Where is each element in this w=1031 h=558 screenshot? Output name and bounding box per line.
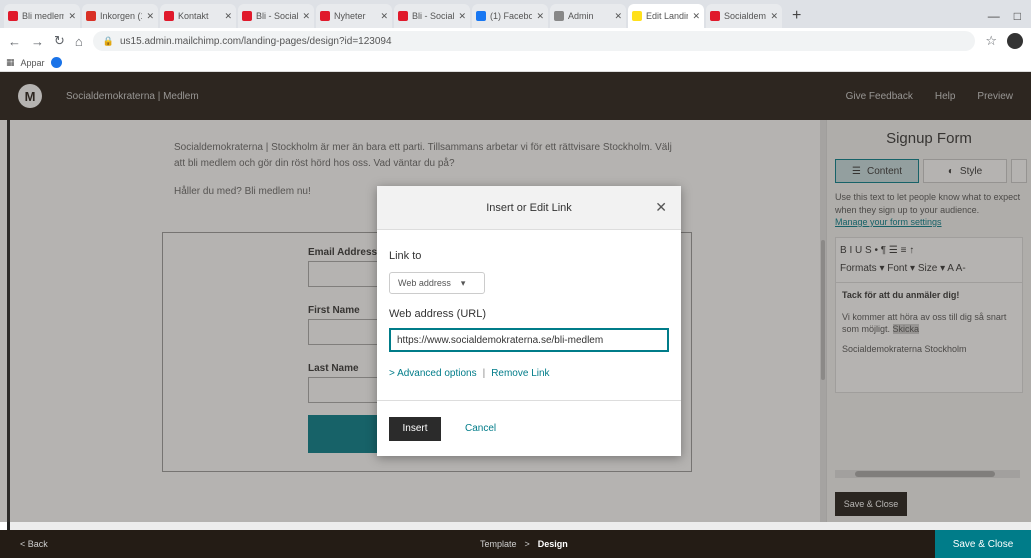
tab-title: Nyheter: [334, 11, 366, 21]
browser-tab[interactable]: Bli - Social ✕: [238, 4, 314, 28]
tab-close-icon[interactable]: ✕: [458, 11, 466, 22]
browser-tab[interactable]: Bli medlem ✕: [4, 4, 80, 28]
bookmark-icon[interactable]: [50, 57, 62, 68]
url-label: Web address (URL): [389, 308, 486, 320]
browser-tab[interactable]: Socialdem ✕: [706, 4, 782, 28]
tab-title: Inkorgen (1): [100, 11, 142, 21]
tab-title: Bli medlem: [22, 11, 65, 21]
step-breadcrumb: Template > Design: [480, 539, 568, 549]
link-type-select[interactable]: Web address ▾: [389, 272, 485, 294]
dialog-footer: Insert Cancel: [377, 400, 681, 456]
browser-tab-bar: Bli medlem✕Inkorgen (1)✕Kontakt✕Bli - So…: [0, 0, 1031, 28]
tab-close-icon[interactable]: ✕: [302, 11, 310, 22]
url-input[interactable]: [389, 328, 669, 352]
forward-arrow-icon[interactable]: →: [31, 34, 44, 49]
insert-button[interactable]: Insert: [389, 416, 441, 441]
back-button[interactable]: < Back: [20, 539, 48, 549]
tab-title: (1) Facebook: [490, 11, 533, 21]
back-arrow-icon[interactable]: ←: [8, 34, 21, 49]
tab-close-icon[interactable]: ✕: [770, 11, 778, 22]
link-type-value: Web address: [398, 278, 451, 288]
url-field[interactable]: 🔒 us15.admin.mailchimp.com/landing-pages…: [92, 31, 976, 51]
browser-tab[interactable]: Edit Landing ✕: [628, 4, 704, 28]
tab-close-icon[interactable]: ✕: [68, 11, 76, 22]
profile-avatar[interactable]: [1007, 33, 1023, 49]
tab-favicon-icon: [164, 11, 174, 21]
tab-favicon-icon: [398, 11, 408, 21]
tab-close-icon[interactable]: ✕: [224, 11, 232, 22]
tab-title: Bli - Social: [256, 11, 299, 21]
url-text: us15.admin.mailchimp.com/landing-pages/d…: [119, 35, 392, 47]
tab-close-icon[interactable]: ✕: [146, 11, 154, 22]
step-separator: >: [524, 539, 530, 549]
dialog-title: Insert or Edit Link: [486, 201, 572, 214]
link-separator: |: [482, 368, 486, 379]
browser-tab[interactable]: Nyheter ✕: [316, 4, 392, 28]
link-to-label: Link to: [389, 250, 422, 262]
bookmark-star-icon[interactable]: ☆: [985, 33, 997, 49]
tab-favicon-icon: [242, 11, 252, 21]
dialog-links: > Advanced options | Remove Link: [389, 368, 669, 379]
reload-icon[interactable]: ↻: [54, 33, 65, 49]
chevron-down-icon: ▾: [460, 277, 466, 288]
tab-title: Socialdem: [724, 11, 767, 21]
new-tab-button[interactable]: +: [784, 4, 809, 28]
bottom-bar: < Back Template > Design Save & Close: [0, 530, 1031, 558]
dialog-body: Link to Web address ▾ Web address (URL) …: [377, 230, 681, 379]
tab-favicon-icon: [86, 11, 96, 21]
browser-tab[interactable]: Bli - Social ✕: [394, 4, 470, 28]
maximize-icon[interactable]: □: [1014, 9, 1021, 23]
tab-close-icon[interactable]: ✕: [380, 11, 388, 22]
tab-close-icon[interactable]: ✕: [536, 11, 544, 22]
apps-grid-icon[interactable]: ▦: [6, 57, 15, 68]
browser-tab[interactable]: Admin ✕: [550, 4, 626, 28]
tab-favicon-icon: [632, 11, 642, 21]
tab-title: Bli - Social: [412, 11, 455, 21]
tab-favicon-icon: [320, 11, 330, 21]
remove-link-link[interactable]: Remove Link: [491, 368, 549, 379]
bookmark-apps[interactable]: Appar: [21, 58, 45, 68]
tab-title: Edit Landing: [646, 11, 688, 21]
tab-close-icon[interactable]: ✕: [614, 11, 622, 22]
save-close-button[interactable]: Save & Close: [935, 530, 1031, 558]
window-controls: — □: [988, 4, 1031, 28]
dialog-header: Insert or Edit Link ✕: [377, 186, 681, 230]
browser-tab[interactable]: (1) Facebook✕: [472, 4, 548, 28]
browser-tab[interactable]: Kontakt ✕: [160, 4, 236, 28]
browser-tab[interactable]: Inkorgen (1) ✕: [82, 4, 158, 28]
tab-close-icon[interactable]: ✕: [692, 11, 700, 22]
tab-favicon-icon: [710, 11, 720, 21]
tab-favicon-icon: [476, 11, 486, 21]
home-icon[interactable]: ⌂: [75, 34, 83, 49]
insert-link-dialog: Insert or Edit Link ✕ Link to Web addres…: [377, 186, 681, 456]
step-design: Design: [537, 539, 568, 549]
address-bar-row: ← → ↻ ⌂ 🔒 us15.admin.mailchimp.com/landi…: [0, 28, 1031, 54]
tab-favicon-icon: [554, 11, 564, 21]
step-template[interactable]: Template: [480, 539, 517, 549]
tab-favicon-icon: [8, 11, 18, 21]
close-icon[interactable]: ✕: [655, 199, 667, 216]
advanced-options-link[interactable]: > Advanced options: [389, 368, 477, 379]
lock-icon: 🔒: [102, 35, 114, 46]
minimize-icon[interactable]: —: [988, 9, 1000, 23]
tab-title: Admin: [568, 11, 594, 21]
cancel-button[interactable]: Cancel: [465, 423, 496, 434]
tab-title: Kontakt: [178, 11, 209, 21]
bookmarks-bar: ▦ Appar: [0, 54, 1031, 72]
